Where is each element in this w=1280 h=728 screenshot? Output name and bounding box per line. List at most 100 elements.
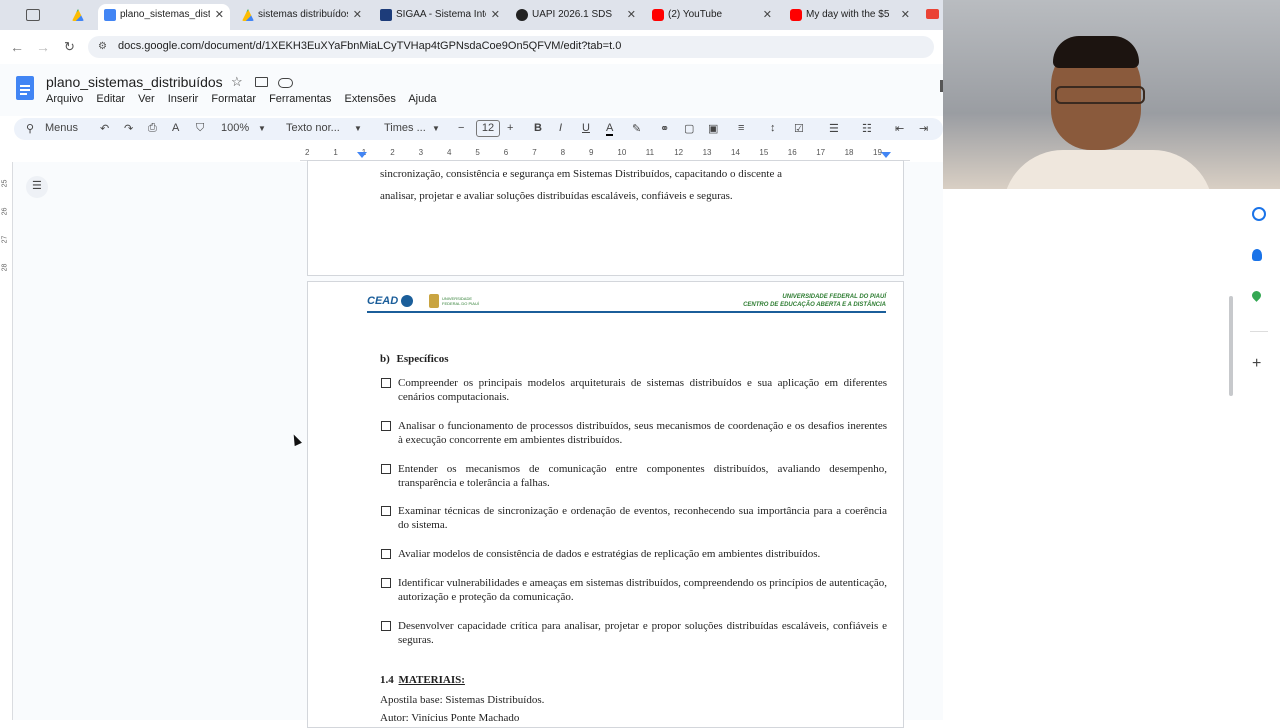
increase-indent-icon[interactable]: ⇥ [919,122,928,135]
sigaa-icon [380,9,392,21]
add-icon[interactable]: + [1252,355,1261,373]
paint-format-icon[interactable]: ⛉ [196,122,204,135]
scrollbar-thumb[interactable] [1229,296,1233,396]
menu-bar: Arquivo Editar Ver Inserir Formatar Ferr… [46,93,436,105]
materials-title: MATERIAIS: [398,674,465,686]
indent-marker-icon[interactable] [357,152,367,158]
italic-icon[interactable]: I [559,122,562,134]
menu-inserir[interactable]: Inserir [168,93,199,105]
move-folder-icon[interactable] [255,77,268,87]
checkbox[interactable] [381,621,391,631]
bullet-list-icon[interactable]: ☰ [829,122,839,135]
header-university: UNIVERSIDADE FEDERAL DO PIAUÍ [782,294,886,300]
menu-ver[interactable]: Ver [138,93,155,105]
cead-swirl-icon [401,295,414,308]
spellcheck-icon[interactable]: A [172,122,179,134]
decrease-font-icon[interactable]: − [458,122,464,134]
close-icon[interactable]: ✕ [215,4,224,26]
tab-search-icon[interactable] [26,9,40,21]
tab-label: (2) YouTube [668,9,723,20]
tab-drive[interactable] [66,4,94,30]
line-spacing-icon[interactable]: ↕ [770,122,776,134]
link-icon[interactable]: ⚭ [660,122,669,135]
close-icon[interactable]: ✕ [901,4,910,26]
menu-formatar[interactable]: Formatar [211,93,256,105]
menus-search[interactable]: Menus [45,122,78,134]
checkbox[interactable] [381,549,391,559]
menu-ajuda[interactable]: Ajuda [408,93,436,105]
close-icon[interactable]: ✕ [491,4,500,26]
text-color-icon[interactable]: A [606,122,614,136]
bold-icon[interactable]: B [534,122,542,134]
tasks-icon[interactable] [1252,207,1266,221]
checkbox[interactable] [381,421,391,431]
checkbox[interactable] [381,506,391,516]
chevron-down-icon: ▼ [354,124,362,133]
menu-ferramentas[interactable]: Ferramentas [269,93,331,105]
highlight-icon[interactable]: ✎ [632,122,641,135]
youtube-icon [790,9,802,21]
youtube-icon [652,9,664,21]
header-center: CENTRO DE EDUCAÇÃO ABERTA E A DISTÂNCIA [743,302,886,308]
tab-sigaa[interactable]: SIGAA - Sistema Integrado ✕ [374,4,506,30]
reload-icon[interactable]: ↻ [64,39,75,55]
tab-uapi[interactable]: UAPI 2026.1 SDS ✕ [510,4,642,30]
tab-sistemas[interactable]: sistemas distribuídos ✕ [236,4,368,30]
menu-arquivo[interactable]: Arquivo [46,93,83,105]
menu-extensoes[interactable]: Extensões [344,93,395,105]
underline-icon[interactable]: U [582,122,590,134]
page1-line: sincronização, consistência e segurança … [380,168,782,180]
comment-icon[interactable]: ▢ [684,122,694,135]
close-icon[interactable]: ✕ [353,4,362,26]
undo-icon[interactable]: ↶ [100,122,109,135]
back-icon[interactable]: ← [10,39,24,55]
objective-item: Examinar técnicas de sincronização e ord… [398,505,887,531]
star-icon[interactable]: ☆ [231,74,243,90]
image-icon[interactable]: ▣ [708,122,718,135]
font-select[interactable]: Times ... [384,122,426,134]
tab-plano[interactable]: plano_sistemas_distribuídos ✕ [98,4,230,30]
print-icon[interactable]: ⎙ [148,122,157,135]
checkbox[interactable] [381,378,391,388]
decrease-indent-icon[interactable]: ⇤ [895,122,904,135]
objective-item: Entender os mecanismos de comunicação en… [398,463,887,489]
zoom-select[interactable]: 100% [221,122,249,134]
checkbox[interactable] [381,464,391,474]
style-select[interactable]: Texto nor... [286,122,340,134]
align-icon[interactable]: ≡ [738,122,744,134]
checklist-icon[interactable]: ☑ [794,122,804,135]
ruler-tick-label: 12 [674,148,684,157]
cead-logo: CEAD [367,295,414,308]
docs-icon [104,9,116,21]
ruler-tick-label: 2 [390,148,395,157]
search-icon[interactable]: ⚲ [26,122,34,135]
ruler-tick-label: 16 [787,148,797,157]
tab-my-day[interactable]: My day with the $5 ✕ [784,4,916,30]
close-icon[interactable]: ✕ [763,4,772,26]
increase-font-icon[interactable]: + [507,122,513,134]
menu-editar[interactable]: Editar [96,93,125,105]
font-size-input[interactable]: 12 [476,120,500,137]
tab-youtube[interactable]: (2) YouTube ✕ [646,4,778,30]
checkbox[interactable] [381,578,391,588]
vertical-ruler [0,162,13,720]
redo-icon[interactable]: ↷ [124,122,133,135]
ruler-tick-label: 15 [759,148,769,157]
ruler-tick-label: 11 [645,148,655,157]
doc-title[interactable]: plano_sistemas_distribuídos [46,74,223,90]
url-text[interactable]: docs.google.com/document/d/1XEKH3EuXYaFb… [118,40,621,52]
numbered-list-icon[interactable]: ☷ [862,122,872,135]
drive-icon [242,9,254,21]
forward-icon[interactable]: → [36,39,50,55]
site-info-icon[interactable]: ⚙ [98,41,107,52]
side-panel-icon[interactable] [940,80,943,92]
cloud-status-icon[interactable] [278,78,293,88]
contacts-icon[interactable] [1252,249,1262,261]
right-indent-marker-icon[interactable] [881,152,891,158]
gmail-icon[interactable] [926,9,939,19]
docs-logo-icon[interactable] [16,76,34,100]
outline-button[interactable]: ☰ [26,176,48,198]
tab-strip: plano_sistemas_distribuídos ✕ sistemas d… [0,0,943,30]
close-icon[interactable]: ✕ [627,4,636,26]
ruler-tick-label: 3 [418,148,424,157]
